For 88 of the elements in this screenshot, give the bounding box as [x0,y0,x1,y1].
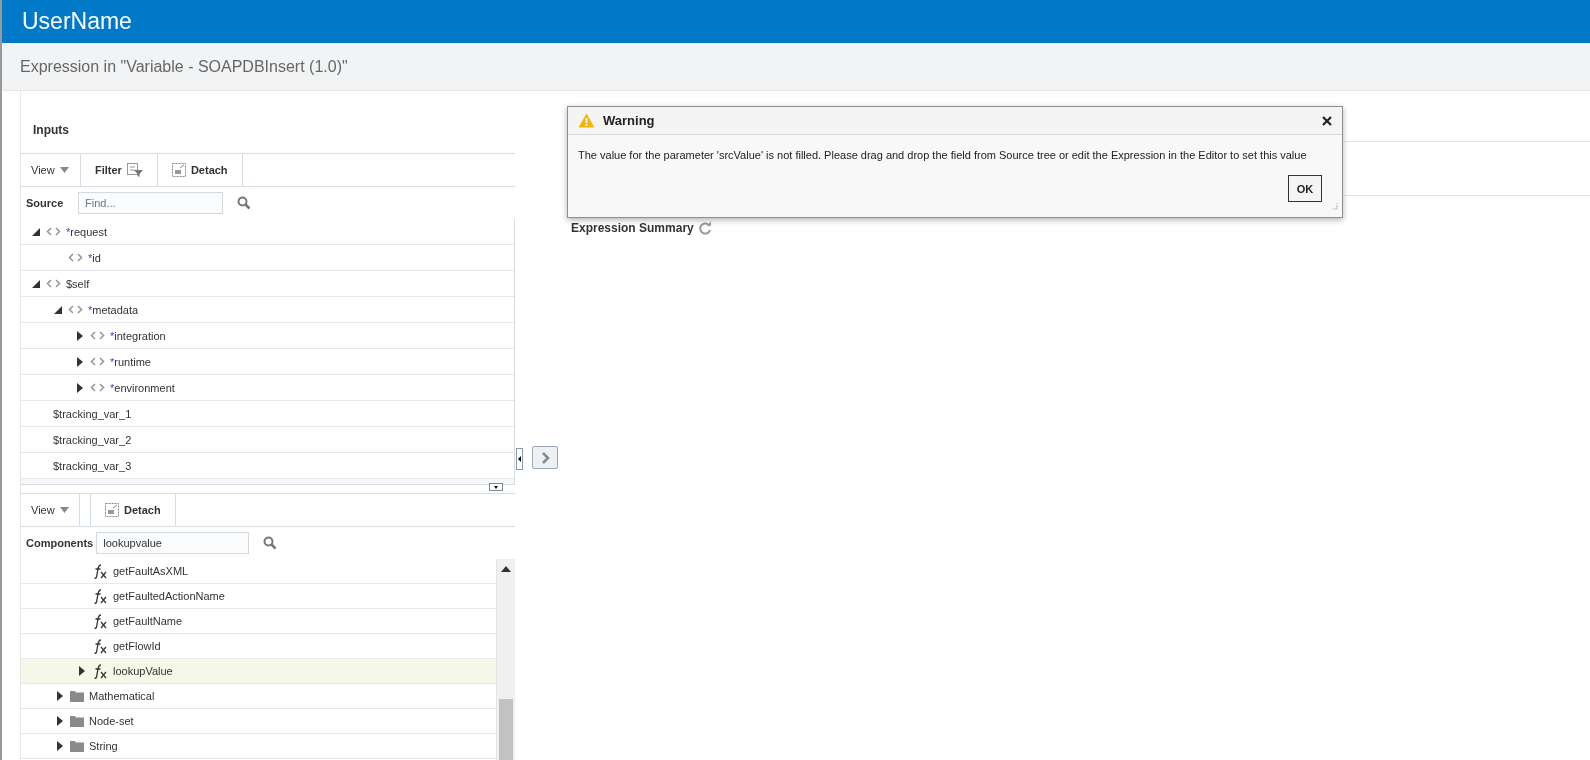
expanded-triangle-icon[interactable] [53,304,63,315]
section-title: Expression Summary [571,221,694,235]
tree-node-label: *environment [110,381,175,394]
element-icon [46,227,61,236]
category-name: Mathematical [89,690,155,702]
dialog-message: The value for the parameter 'srcValue' is not filled. Please drag and drop the field from Source tree or edit the Expression in the Editor to set this value [577,148,1308,161]
folder-icon [70,715,84,727]
search-field[interactable]: lookupvalue [96,532,250,554]
collapsed-triangle-icon[interactable] [77,666,87,676]
collapsed-triangle-icon[interactable] [55,716,65,726]
tree-row[interactable]: $tracking_var_3 [21,453,514,479]
collapsed-triangle-icon[interactable] [75,382,85,393]
function-name: getFaultName [113,615,183,627]
element-icon [68,305,83,314]
detach-icon [171,163,186,177]
scrollbar[interactable] [496,559,515,760]
element-icon [90,383,105,392]
tree-node-label: *metadata [88,303,139,316]
view-menu[interactable]: View [21,494,91,526]
page-title: Expression in "Variable - SOAPDBInsert (1.0)" [20,57,348,76]
collapse-handle-icon[interactable] [516,448,523,470]
category-name: String [89,740,118,752]
tree-node-label: $tracking_var_2 [53,433,132,446]
search-label: Source [26,196,65,210]
function-name: lookupValue [113,665,173,677]
caret-icon [59,167,69,173]
function-name: getFaultAsXML [113,565,189,577]
expanded-triangle-icon[interactable] [31,226,41,237]
tree-row[interactable]: *runtime [21,349,514,375]
filter-button[interactable]: Filter [81,154,158,186]
collapsed-triangle-icon[interactable] [75,356,85,367]
detach-button[interactable]: Detach [157,154,243,186]
collapsed-triangle-icon[interactable] [55,691,65,701]
tree-row[interactable]: *integration [21,323,514,349]
detach-icon [105,503,119,517]
search-field[interactable]: Find... [78,192,223,214]
function-name: getFaultedActionName [113,590,225,602]
tree-row[interactable]: *request [21,219,514,245]
search-icon[interactable] [237,196,251,210]
element-icon [46,279,61,288]
tree-row[interactable]: $tracking_var_2 [21,427,514,453]
view-menu[interactable]: View [21,154,81,186]
tree-row[interactable]: $self [21,271,514,297]
collapsed-triangle-icon[interactable] [55,741,65,751]
scrollbar-thumb[interactable] [499,699,513,760]
search-label: Components [26,536,94,550]
resize-grip-icon[interactable] [1330,202,1338,210]
ok-button[interactable]: OK [1288,175,1322,202]
folder-icon [70,740,84,752]
function-row[interactable]: lookupValue [21,659,496,684]
tree-node-label: $tracking_var_3 [53,459,132,472]
filter-icon [126,163,143,177]
panel-title: Inputs [32,122,70,139]
element-icon [90,357,105,366]
tree-row[interactable]: *environment [21,375,514,401]
function-icon [92,663,108,679]
function-icon [92,588,108,604]
chevron-right-icon [540,451,550,464]
collapsed-triangle-icon[interactable] [75,330,85,341]
expanded-triangle-icon[interactable] [31,278,41,289]
folder-icon [70,690,84,702]
refresh-icon[interactable] [697,221,712,235]
warning-icon [578,113,595,128]
tree-node-label: *runtime [110,355,151,368]
tree-node-label: *request [66,225,107,238]
function-name: getFlowId [113,640,161,652]
tree-row[interactable]: $tracking_var_1 [21,401,514,427]
splitter-handle-icon[interactable] [489,483,503,491]
scroll-up-icon[interactable] [501,566,511,572]
category-name: Node-set [89,715,134,727]
tree-row[interactable]: *metadata [21,297,514,323]
function-icon [92,563,108,579]
search-icon[interactable] [263,536,278,550]
detach-button[interactable]: Detach [91,494,176,526]
user-name: UserName [22,8,132,35]
tree-node-label: $tracking_var_1 [53,407,132,420]
function-icon [92,613,108,629]
tree-node-label: $self [66,277,90,290]
tree-row[interactable]: *id [21,245,514,271]
move-right-button[interactable] [532,446,558,469]
caret-icon [59,507,69,513]
dialog-title: Warning [603,113,655,128]
close-icon[interactable] [1322,115,1332,126]
element-icon [90,331,105,340]
function-icon [92,638,108,654]
tree-node-label: *id [88,251,101,264]
element-icon [68,253,83,262]
tree-node-label: *integration [110,329,166,342]
